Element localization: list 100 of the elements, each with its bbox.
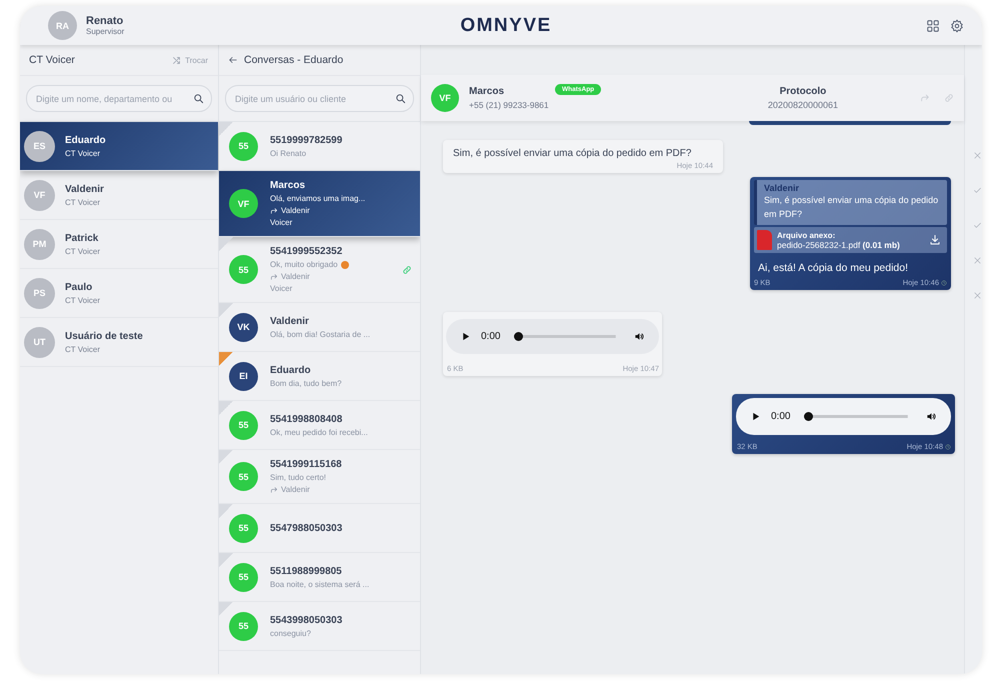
user-name: Renato [86, 15, 124, 27]
contact-name: 5541999115168 [270, 459, 342, 470]
audio-player[interactable]: 0:00 [446, 319, 659, 354]
audio-thumb[interactable] [804, 412, 814, 421]
message-preview: Olá, enviamos uma imag... [270, 194, 366, 203]
play-icon[interactable] [460, 331, 471, 342]
message-text: Ai, está! A cópia do meu pedido! [757, 261, 910, 276]
search-input[interactable]: Digite um usuário ou cliente [235, 94, 395, 104]
contact-name: 5541998808408 [270, 414, 344, 424]
check-icon[interactable] [973, 221, 982, 230]
audio-slider[interactable] [514, 332, 616, 341]
contact-avatar: VF [431, 84, 459, 112]
agent-name: Eduardo [65, 134, 106, 146]
contact-name: 5511988999805 [270, 566, 343, 576]
contact-name: 5541999552352 [270, 246, 344, 257]
conversation-item[interactable]: 55 5541999552352 Ok, muito obrigado Valdenir Voicer [219, 237, 420, 303]
clock-icon [945, 444, 951, 450]
conversation-item[interactable]: VF Marcos Olá, enviamos uma imag... Valdenir Voicer [219, 171, 420, 237]
agent-department: CT Voicer [65, 246, 100, 256]
avatar: ES [24, 130, 55, 162]
panel-title: Conversas - Eduardo [244, 54, 344, 66]
contact-name: 5543998050303 [270, 614, 342, 626]
agent-item[interactable]: ES Eduardo CT Voicer [20, 122, 218, 171]
agent-item[interactable]: PS Paulo CT Voicer [20, 269, 218, 318]
back-arrow-icon[interactable] [228, 55, 238, 65]
settings-icon[interactable] [950, 18, 964, 32]
volume-icon[interactable] [926, 411, 937, 422]
conversation-item[interactable]: EI Eduardo Bom dia, tudo bem? [219, 352, 420, 401]
attachment-filename: pedido-2568232-1.pdf (0.01 mb) [777, 240, 901, 250]
contact-phone: +55 (21) 99233-9861 [469, 100, 550, 110]
avatar: 55 [229, 462, 258, 491]
forwarded-agent: Valdenir [281, 206, 310, 215]
message-preview: Sim, tudo certo! [270, 473, 326, 482]
search-input[interactable]: Digite um nome, departamento ou [36, 94, 193, 104]
protocol-number: 20200820000061 [768, 100, 838, 110]
message-preview: Olá, bom dia! Gostaria de ... [270, 330, 370, 338]
agent-name: Valdenir [65, 184, 104, 194]
clock-icon [941, 280, 947, 286]
message-preview: conseguiu? [270, 628, 311, 638]
avatar: PM [24, 228, 55, 260]
search-icon[interactable] [193, 93, 204, 104]
avatar: PS [24, 278, 55, 308]
conversation-item[interactable]: 55 5511988999805 Boa noite, o sistema será ... [219, 553, 420, 602]
forward-icon [270, 206, 278, 214]
contact-name: Marcos [469, 86, 506, 97]
check-icon[interactable] [973, 186, 982, 195]
attachment-label: Arquivo anexo: [777, 230, 836, 240]
forwarded-agent: Valdenir [281, 485, 310, 494]
quoted-text: Sim, é possível enviar uma cópia do pedido em PDF? [764, 194, 940, 220]
forward-icon [270, 486, 278, 494]
conversation-item[interactable]: 55 5547988050303 [219, 504, 420, 553]
audio-slider[interactable] [804, 412, 908, 421]
grid-icon[interactable] [926, 18, 940, 32]
avatar: EI [229, 362, 258, 390]
conversation-item[interactable]: VK Valdenir Olá, bom dia! Gostaria de ... [219, 303, 420, 352]
panel-title: CT Voicer [29, 54, 75, 66]
conversation-item[interactable]: 55 5541999115168 Sim, tudo certo! Valdenir [219, 450, 420, 504]
search-icon[interactable] [395, 93, 406, 104]
audio-thumb[interactable] [514, 332, 524, 341]
message-preview: Bom dia, tudo bem? [270, 378, 342, 388]
forwarded-agent: Valdenir [281, 272, 310, 281]
quoted-author: Valdenir [764, 183, 800, 193]
message-preview: Oi Renato [270, 148, 306, 158]
avatar: VF [24, 180, 55, 210]
agent-name: Paulo [65, 282, 94, 292]
contact-name: Eduardo [270, 364, 312, 376]
audio-player[interactable]: 0:00 [736, 398, 951, 435]
avatar: 55 [229, 410, 258, 440]
download-icon[interactable] [929, 234, 941, 246]
message-preview: Ok, meu pedido foi recebi... [270, 428, 368, 436]
agent-name: Patrick [65, 232, 100, 244]
audio-time: 0:00 [771, 411, 790, 422]
avatar: UT [24, 326, 55, 358]
play-icon[interactable] [750, 411, 761, 422]
contact-name: 5519999782599 [270, 134, 342, 146]
avatar: 55 [229, 132, 258, 160]
contact-name: 5547988050303 [270, 522, 342, 534]
attachment[interactable]: Arquivo anexo: pedido-2568232-1.pdf (0.01 mb) [754, 227, 947, 253]
avatar: VK [229, 312, 258, 342]
protocol-label: Protocolo [778, 86, 828, 97]
contact-name: Valdenir [270, 316, 310, 326]
user-avatar: RA [48, 11, 77, 40]
shuffle-icon [172, 56, 182, 64]
agent-item[interactable]: VF Valdenir CT Voicer [20, 171, 218, 220]
audio-time: 0:00 [481, 331, 500, 342]
avatar: 55 [229, 562, 258, 592]
message-preview: Boa noite, o sistema será ... [270, 580, 370, 588]
volume-icon[interactable] [634, 331, 645, 342]
queue-name: Voicer [270, 284, 294, 293]
forward-icon [270, 272, 278, 280]
search-field[interactable]: Digite um usuário ou cliente [225, 85, 414, 112]
agent-department: CT Voicer [65, 344, 101, 354]
message-preview: Ok, muito obrigado [270, 260, 338, 269]
contact-name: Marcos [270, 180, 306, 191]
agent-item[interactable]: PM Patrick CT Voicer [20, 220, 218, 269]
conversation-item[interactable]: 55 5543998050303 conseguiu? [219, 602, 420, 651]
agent-item[interactable]: UT Usuário de teste CT Voicer [20, 318, 218, 367]
logo: OMNYVE [460, 14, 552, 36]
search-field[interactable]: Digite um nome, departamento ou [26, 85, 212, 112]
conversation-item[interactable]: 55 5541998808408 Ok, meu pedido foi recebi... [219, 401, 420, 450]
